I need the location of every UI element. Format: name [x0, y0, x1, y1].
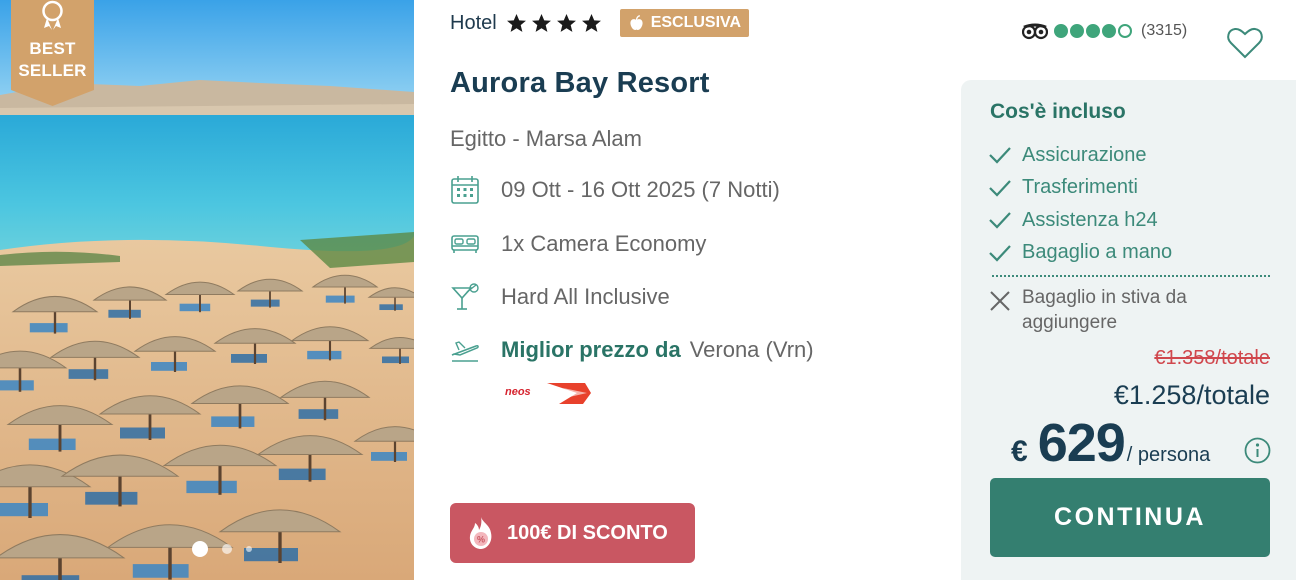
price-unit: / persona	[1126, 444, 1211, 466]
flight-origin: Miglior prezzo da Verona (Vrn)	[450, 335, 814, 365]
rating-bubble	[1086, 24, 1100, 38]
neos-airline-logo: neos	[505, 383, 591, 404]
included-item: Assicurazione	[988, 139, 1172, 172]
svg-text:neos: neos	[505, 386, 531, 398]
calendar-icon	[450, 175, 480, 205]
exclusive-badge: ESCLUSIVA	[619, 9, 750, 37]
check-icon	[989, 212, 1011, 229]
board-type-text: Hard All Inclusive	[501, 284, 670, 309]
carousel-dot-3[interactable]	[246, 546, 252, 552]
included-divider	[992, 275, 1270, 277]
star-rating	[506, 13, 602, 34]
bed-icon	[450, 229, 480, 259]
trip-dates: 09 Ott - 16 Ott 2025 (7 Notti)	[450, 175, 780, 205]
included-item-label: Trasferimenti	[1022, 176, 1138, 199]
tripadvisor-owl-icon	[1022, 23, 1048, 40]
star-icon	[506, 13, 526, 32]
carousel-dots[interactable]	[192, 541, 252, 557]
star-icon	[581, 13, 601, 32]
included-item: Assistenza h24	[988, 204, 1172, 237]
check-icon	[989, 180, 1011, 197]
discount-flame-icon: %	[469, 517, 492, 549]
hotel-name[interactable]: Aurora Bay Resort	[450, 67, 710, 100]
check-icon	[989, 245, 1011, 262]
rating-bubble	[1054, 24, 1068, 38]
continue-button[interactable]: CONTINUA	[990, 478, 1270, 557]
included-item: Trasferimenti	[988, 172, 1172, 205]
best-price-label: Miglior prezzo da	[501, 337, 681, 362]
board-type: Hard All Inclusive	[450, 282, 670, 312]
check-icon	[989, 147, 1011, 164]
svg-text:%: %	[477, 535, 485, 545]
apple-icon	[630, 14, 643, 30]
room-type: 1x Camera Economy	[450, 229, 706, 259]
hotel-type-label: Hotel	[450, 11, 497, 34]
excluded-item-label: Bagaglio in stiva da aggiungere	[1022, 287, 1187, 333]
rating-bubble	[1118, 24, 1132, 38]
included-item-label: Bagaglio a mano	[1022, 241, 1173, 264]
room-type-text: 1x Camera Economy	[501, 231, 707, 256]
included-item-label: Assistenza h24	[1022, 208, 1158, 231]
included-item-label: Assicurazione	[1022, 143, 1147, 166]
rating-bubble	[1070, 24, 1084, 38]
best-seller-label: BEST SELLER	[18, 39, 87, 80]
cocktail-icon	[450, 282, 480, 312]
info-icon[interactable]	[1244, 437, 1271, 464]
plane-takeoff-icon	[450, 335, 480, 365]
trip-dates-text: 09 Ott - 16 Ott 2025 (7 Notti)	[501, 177, 780, 202]
carousel-dot-1[interactable]	[192, 541, 208, 557]
discount-label: 100€ DI SCONTO	[507, 521, 668, 544]
included-item: Bagaglio a mano	[988, 237, 1172, 270]
discount-badge[interactable]: % 100€ DI SCONTO	[450, 503, 695, 563]
hotel-location: Egitto - Marsa Alam	[450, 126, 642, 151]
price-amount: 629	[1037, 413, 1126, 473]
hotel-photo-carousel[interactable]: BEST SELLER	[0, 0, 414, 580]
carousel-dot-2[interactable]	[222, 544, 232, 554]
per-person-price: € 629 / persona	[1011, 412, 1210, 474]
excluded-item: Bagaglio in stiva da aggiungere	[988, 285, 1242, 335]
exclusive-label: ESCLUSIVA	[650, 14, 742, 31]
price-currency: €	[1011, 435, 1028, 468]
favorite-heart-icon[interactable]	[1226, 26, 1264, 60]
review-count: (3315)	[1141, 22, 1188, 39]
rating-bubbles	[1054, 24, 1132, 38]
tripadvisor-rating[interactable]: (3315)	[1022, 22, 1187, 40]
total-price: €1.258/totale	[1113, 380, 1270, 410]
cross-icon	[990, 291, 1010, 311]
star-icon	[531, 13, 551, 32]
old-total-price: €1.358/totale	[1154, 347, 1270, 369]
star-icon	[556, 13, 576, 32]
flight-origin-text: Verona (Vrn)	[689, 337, 814, 362]
included-title: Cos'è incluso	[990, 100, 1126, 123]
hotel-category-row: Hotel ESCLUSIVA	[450, 9, 750, 37]
rating-bubble	[1102, 24, 1116, 38]
included-list: Assicurazione Trasferimenti Assistenza h24…	[988, 139, 1172, 269]
